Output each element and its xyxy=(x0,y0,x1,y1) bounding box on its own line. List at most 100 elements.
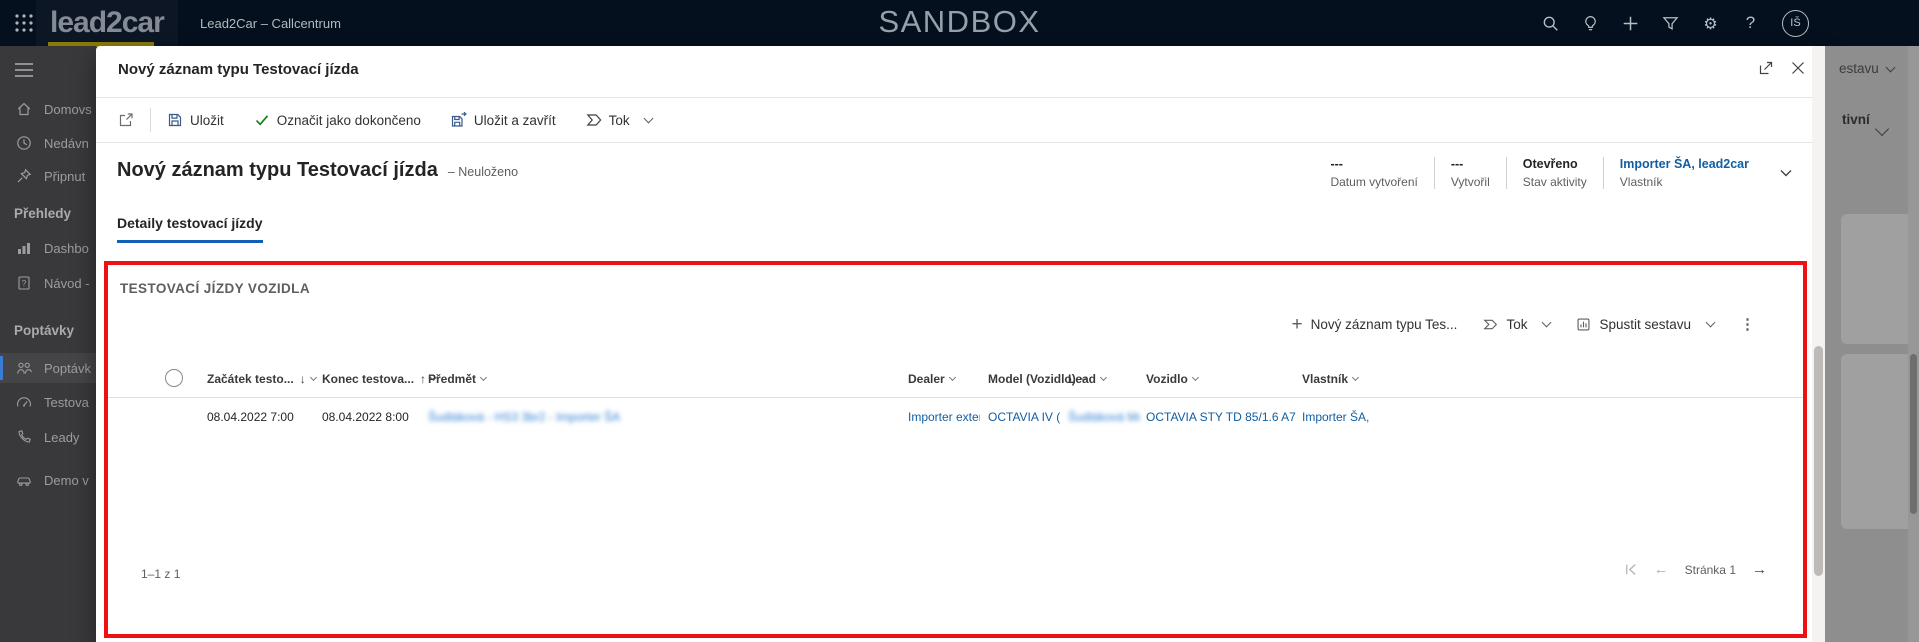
expand-dialog-icon[interactable] xyxy=(1758,60,1774,76)
search-icon[interactable] xyxy=(1542,15,1559,32)
background-scrollbar-thumb xyxy=(1910,354,1917,514)
clock-icon xyxy=(16,135,32,151)
sidebar-item-recent[interactable]: Nedávn xyxy=(0,128,96,158)
command-bar: Uložit Označit jako dokončeno Uložit a z… xyxy=(96,98,1825,143)
save-close-icon xyxy=(451,112,467,128)
cell-model-link[interactable]: OCTAVIA IV (NX... xyxy=(988,410,1060,424)
save-and-close-button[interactable]: Uložit a zavřít xyxy=(451,112,556,128)
record-title: Nový záznam typu Testovací jízda xyxy=(117,159,438,181)
chevron-down-icon xyxy=(1542,317,1552,328)
background-panel xyxy=(1841,354,1908,529)
tab-details[interactable]: Detaily testovací jízdy xyxy=(117,215,263,243)
created-by-value: --- xyxy=(1450,157,1464,171)
save-and-close-label: Uložit a zavřít xyxy=(473,112,556,128)
filter-icon[interactable] xyxy=(1662,15,1679,32)
subgrid-table: Začátek testo... ↓ Konec testova... ↑ Před… xyxy=(108,365,1803,438)
first-page-icon[interactable] xyxy=(1623,562,1638,577)
cell-subject-link[interactable]: Šudláková - HS3 3br2 - Importer ŠA xyxy=(428,410,620,424)
column-header-start[interactable]: Začátek testo... ↓ xyxy=(207,372,317,386)
chevron-down-icon xyxy=(1885,62,1896,72)
sort-asc-icon: ↑ xyxy=(420,372,427,386)
top-navigation-bar: lead2car Lead2Car – Callcentrum SANDBOX … xyxy=(0,0,1919,47)
subgrid-run-report-button[interactable]: Spustit sestavu xyxy=(1576,317,1716,332)
tab-strip: Detaily testovací jízdy xyxy=(117,215,263,243)
sidebar-item-dashboards[interactable]: Dashbo xyxy=(0,233,96,263)
app-logo[interactable]: lead2car xyxy=(36,0,178,46)
column-header-vehicle[interactable]: Vozidlo xyxy=(1146,372,1199,386)
waffle-icon[interactable] xyxy=(14,13,34,33)
select-all-radio[interactable] xyxy=(165,369,183,387)
header-field-owner: Importer ŠA, lead2car Vlastník xyxy=(1602,157,1765,189)
sidebar-item-poptavky[interactable]: Poptávk xyxy=(0,353,96,383)
cell-start-date: 08.04.2022 7:00 xyxy=(207,410,294,424)
popout-record-button[interactable] xyxy=(118,112,134,128)
chevron-down-icon xyxy=(643,113,654,124)
hamburger-icon[interactable] xyxy=(14,62,34,78)
save-button[interactable]: Uložit xyxy=(167,112,224,128)
column-header-lead[interactable]: Lead xyxy=(1068,372,1108,386)
activity-status-label: Stav aktivity xyxy=(1522,175,1587,189)
created-on-value: --- xyxy=(1330,157,1343,171)
column-header-subject[interactable]: Předmět xyxy=(428,372,488,386)
sidebar-item-demo-vozy[interactable]: Demo v xyxy=(0,465,96,495)
scrollbar-thumb[interactable] xyxy=(1814,346,1823,576)
checkmark-icon xyxy=(254,112,270,128)
cell-dealer-link[interactable]: Importer extens... xyxy=(908,410,980,424)
column-header-owner[interactable]: Vlastník xyxy=(1302,372,1360,386)
sidebar-item-label: Domovs xyxy=(44,101,92,117)
more-commands-icon[interactable]: ⋮ xyxy=(1740,315,1755,333)
background-scrollbar xyxy=(1908,46,1919,642)
header-field-activity-status: Otevřeno Stav aktivity xyxy=(1505,157,1603,189)
next-page-icon[interactable]: → xyxy=(1752,561,1767,578)
sidebar-item-label: Návod - xyxy=(44,275,90,291)
quick-create-plus-icon[interactable] xyxy=(1622,15,1639,32)
column-header-end[interactable]: Konec testova... ↑ xyxy=(322,372,438,386)
subgrid-new-record-button[interactable]: + Nový záznam typu Tes... xyxy=(1291,313,1458,335)
cell-end-date: 08.04.2022 8:00 xyxy=(322,410,409,424)
sidebar-item-leady[interactable]: Leady xyxy=(0,422,96,452)
selected-indicator xyxy=(0,356,3,380)
table-row[interactable]: 08.04.2022 7:00 08.04.2022 8:00 Šudlákov… xyxy=(108,398,1803,438)
header-fields: --- Datum vytvoření --- Vytvořil Otevřen… xyxy=(1314,157,1793,189)
header-field-created-on: --- Datum vytvoření xyxy=(1314,157,1433,189)
chevron-down-icon xyxy=(1099,373,1108,382)
save-label: Uložit xyxy=(190,112,224,128)
new-test-drive-dialog: Nový záznam typu Testovací jízda Uložit … xyxy=(96,46,1825,642)
cell-owner-link[interactable]: Importer ŠA, le... xyxy=(1302,410,1372,424)
lightbulb-icon[interactable] xyxy=(1582,15,1599,32)
sidebar-section-poptavky: Poptávky xyxy=(14,323,75,338)
mark-complete-button[interactable]: Označit jako dokončeno xyxy=(254,112,421,128)
sidebar-item-home[interactable]: Domovs xyxy=(0,94,96,124)
sidebar-item-testovaci-jizdy[interactable]: Testova xyxy=(0,387,96,417)
chevron-down-icon xyxy=(1874,121,1890,137)
plus-icon: + xyxy=(1291,313,1303,335)
sidebar-item-label: Testova xyxy=(44,394,89,410)
sidebar-item-pinned[interactable]: Připnut xyxy=(0,161,96,191)
unsaved-badge: – Neuloženo xyxy=(447,165,519,179)
background-partial-run-report-button: estavu xyxy=(1839,61,1896,76)
background-partial-view-selector: tivní xyxy=(1842,112,1870,127)
column-header-dealer[interactable]: Dealer xyxy=(908,372,956,386)
sidebar-item-label: Nedávn xyxy=(44,135,89,151)
cell-lead-link[interactable]: Šudláková Monik... xyxy=(1068,410,1140,424)
dialog-scrollbar[interactable] xyxy=(1812,46,1825,642)
header-expand-chevron-icon[interactable] xyxy=(1779,166,1793,180)
mark-complete-label: Označit jako dokončeno xyxy=(276,112,421,128)
save-icon xyxy=(167,112,183,128)
user-avatar[interactable]: IŠ xyxy=(1782,9,1809,37)
close-dialog-icon[interactable] xyxy=(1790,60,1806,76)
sort-desc-icon: ↓ xyxy=(299,372,306,386)
help-icon[interactable]: ? xyxy=(1742,13,1759,32)
previous-page-icon[interactable]: ← xyxy=(1654,561,1669,578)
sidebar-item-guide[interactable]: ? Návod - xyxy=(0,268,96,298)
flow-button[interactable]: Tok xyxy=(586,112,654,128)
owner-value-link[interactable]: Importer ŠA, lead2car xyxy=(1620,157,1749,171)
cell-vehicle-link[interactable]: OCTAVIA STY TD 85/1.6 A7F - Stříbrná ... xyxy=(1146,410,1296,424)
chevron-down-icon xyxy=(1705,317,1716,328)
dialog-titlebar: Nový záznam typu Testovací jízda xyxy=(96,46,1825,98)
sidebar-item-label: Demo v xyxy=(44,472,89,488)
flow-label: Tok xyxy=(608,112,630,128)
gear-icon[interactable]: ⚙ xyxy=(1702,14,1719,33)
subgrid-flow-button[interactable]: Tok xyxy=(1483,317,1552,332)
pagination: ← Stránka 1 → xyxy=(1623,561,1767,578)
